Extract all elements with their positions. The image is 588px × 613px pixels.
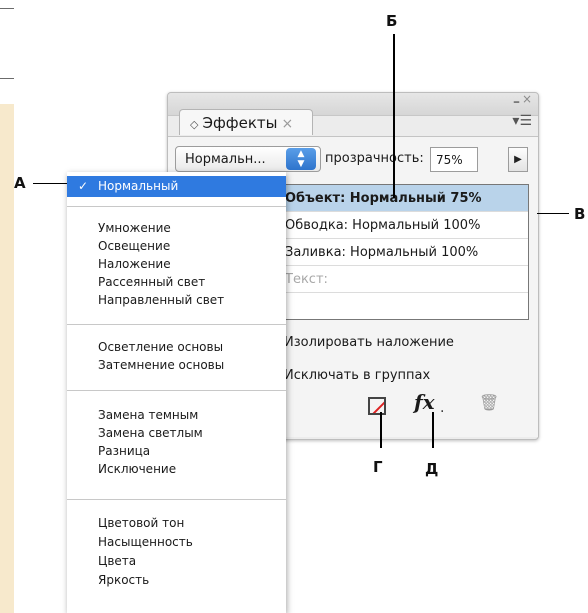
corner-tick-top: [0, 8, 14, 9]
menu-item-label: Нормальный: [98, 179, 179, 193]
menu-separator: [67, 206, 286, 207]
checkmark-icon: ✓: [78, 179, 89, 193]
callout-line-v: [537, 213, 569, 214]
menu-item-color-burn[interactable]: Затемнение основы: [67, 356, 286, 374]
menu-item-normal[interactable]: ✓ Нормальный: [67, 176, 286, 197]
callout-line-d: [432, 412, 434, 448]
menu-item-color[interactable]: Цвета: [67, 552, 286, 570]
blend-mode-value: Нормальн...: [185, 152, 266, 167]
menu-item-multiply[interactable]: Умножение: [67, 219, 286, 237]
menu-item-saturation[interactable]: Насыщенность: [67, 533, 286, 551]
tab-diamond-icon: ◇: [190, 118, 199, 131]
callout-label-a: А: [14, 174, 26, 192]
callout-line-b: [393, 34, 395, 198]
callout-label-v: В: [574, 205, 586, 223]
left-sidebar: [0, 104, 14, 613]
minimize-icon[interactable]: –: [513, 94, 520, 110]
menu-item-overlay[interactable]: Наложение: [67, 255, 286, 273]
callout-line-g: [380, 412, 382, 448]
callout-line-a: [33, 183, 67, 184]
blend-mode-menu: ✓ Нормальный Умножение Освещение Наложен…: [67, 172, 286, 613]
menu-item-screen[interactable]: Освещение: [67, 237, 286, 255]
panel-menu-icon[interactable]: ▾☰: [512, 113, 532, 129]
corner-tick-mid: [0, 78, 14, 79]
menu-separator: [67, 390, 286, 391]
callout-label-d: Д: [425, 460, 439, 478]
knockout-group-option[interactable]: Исключать в группах: [284, 368, 430, 383]
menu-item-soft-light[interactable]: Рассеянный свет: [67, 273, 286, 291]
menu-separator: [67, 324, 286, 325]
opacity-label: прозрачность:: [325, 151, 424, 166]
menu-item-darken[interactable]: Замена темным: [67, 406, 286, 424]
opacity-slider-arrow-icon[interactable]: ▶: [508, 147, 528, 172]
trash-icon[interactable]: 🗑: [479, 393, 499, 412]
isolate-blending-option[interactable]: Изолировать наложение: [284, 335, 454, 350]
opacity-value: 75%: [436, 153, 463, 167]
fx-icon[interactable]: fx: [414, 390, 435, 414]
menu-item-color-dodge[interactable]: Осветление основы: [67, 338, 286, 356]
tab-close-icon[interactable]: ×: [281, 116, 293, 132]
close-panel-icon[interactable]: ×: [522, 92, 532, 106]
menu-item-luminosity[interactable]: Яркость: [67, 571, 286, 589]
opacity-input[interactable]: 75%: [430, 147, 478, 172]
tab-effects[interactable]: ◇ Эффекты ×: [179, 109, 313, 135]
callout-label-b: Б: [386, 12, 398, 30]
callout-label-g: Г: [373, 458, 383, 476]
menu-item-lighten[interactable]: Замена светлым: [67, 424, 286, 442]
clear-effects-icon[interactable]: [368, 397, 386, 415]
fx-menu-arrow-icon: .: [440, 400, 445, 416]
menu-item-hard-light[interactable]: Направленный свет: [67, 291, 286, 309]
menu-item-exclusion[interactable]: Исключение: [67, 460, 286, 478]
tab-effects-label: Эффекты: [202, 114, 278, 132]
menu-separator: [67, 499, 286, 500]
menu-item-hue[interactable]: Цветовой тон: [67, 514, 286, 532]
menu-item-difference[interactable]: Разница: [67, 442, 286, 460]
blend-mode-stepper-icon[interactable]: ▲ ▼: [286, 148, 316, 170]
